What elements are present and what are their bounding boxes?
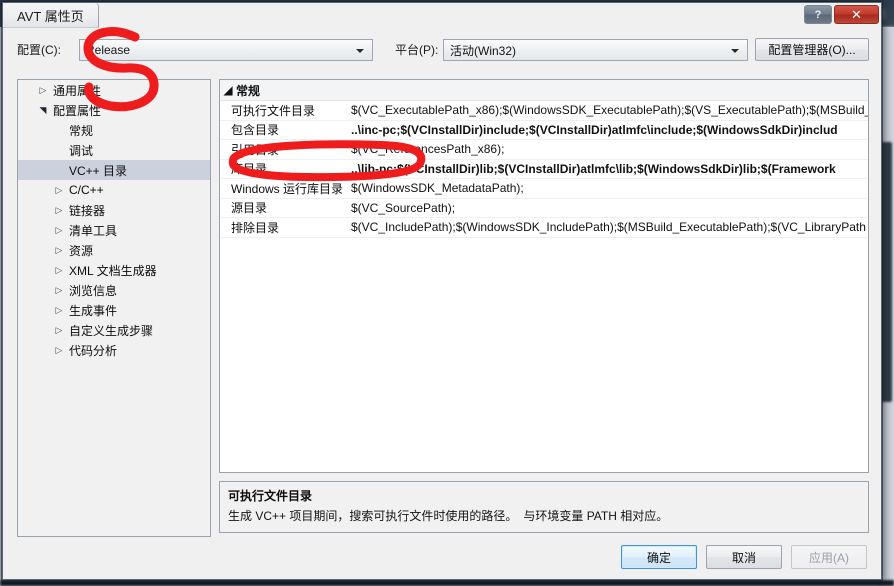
property-name: 库目录 (231, 162, 268, 177)
configuration-bar: 配置(C): Release 平台(P): 活动(Win32) 配置管理器(O)… (3, 38, 883, 67)
platform-select[interactable]: 活动(Win32) (443, 39, 748, 61)
property-grid[interactable]: ◢ 常规 可执行文件目录 $(VC_ExecutablePath_x86);$(W… (219, 79, 869, 473)
property-name: Windows 运行库目录 (231, 181, 344, 196)
tree-item-label: VC++ 目录 (69, 163, 128, 178)
triangle-expand-icon[interactable]: ▷ (52, 325, 66, 335)
tree-item-5[interactable]: ▷ C/C++ (18, 180, 210, 200)
tree-item-13[interactable]: ▷ 代码分析 (18, 340, 210, 360)
property-category-tree[interactable]: ▷ 通用属性 ◥ 配置属性 常规 调试 VC++ 目录 ▷ C/C++ ▷ 链接器 ▷ 清单工具 ▷ 资源 ▷… (17, 79, 211, 537)
platform-label: 平台(P): (395, 43, 439, 57)
tree-item-label: 调试 (69, 143, 94, 158)
property-value[interactable]: $(WindowsSDK_MetadataPath); (351, 181, 868, 195)
tree-item-12[interactable]: ▷ 自定义生成步骤 (18, 320, 210, 340)
tree-item-0[interactable]: ▷ 通用属性 (18, 80, 210, 100)
property-name: 排除目录 (231, 220, 280, 235)
triangle-expand-icon[interactable]: ▷ (52, 245, 66, 255)
apply-button[interactable]: 应用(A) (791, 545, 867, 569)
property-value[interactable]: $(VC_SourcePath); (351, 201, 868, 215)
triangle-expand-icon[interactable]: ▷ (52, 185, 66, 195)
ok-button[interactable]: 确定 (621, 545, 697, 569)
property-value[interactable]: $(VC_IncludePath);$(WindowsSDK_IncludePa… (351, 220, 868, 234)
tree-item-label: XML 文档生成器 (69, 263, 157, 278)
property-row[interactable]: 排除目录 $(VC_IncludePath);$(WindowsSDK_Inclu… (220, 218, 868, 238)
tree-item-label: 通用属性 (53, 83, 102, 98)
tree-item-11[interactable]: ▷ 生成事件 (18, 300, 210, 320)
tree-item-9[interactable]: ▷ XML 文档生成器 (18, 260, 210, 280)
property-value[interactable]: $(VC_ReferencesPath_x86); (351, 142, 868, 156)
triangle-expand-icon[interactable]: ▷ (52, 285, 66, 295)
tree-item-7[interactable]: ▷ 清单工具 (18, 220, 210, 240)
property-group-title: 常规 (236, 83, 261, 98)
property-name: 包含目录 (231, 123, 280, 138)
triangle-collapse-icon[interactable]: ◥ (36, 105, 50, 115)
tree-item-label: 生成事件 (69, 303, 118, 318)
property-row[interactable]: Windows 运行库目录 $(WindowsSDK_MetadataPath); (220, 179, 868, 199)
tree-item-10[interactable]: ▷ 浏览信息 (18, 280, 210, 300)
tree-item-4[interactable]: VC++ 目录 (18, 160, 210, 180)
property-row[interactable]: 库目录 ..\lib-pc;$(VCInstallDir)lib;$(VCInst… (220, 160, 868, 179)
tree-item-label: 清单工具 (69, 223, 118, 238)
property-value[interactable]: $(VC_ExecutablePath_x86);$(WindowsSDK_Ex… (351, 103, 868, 117)
property-value[interactable]: ..\inc-pc;$(VCInstallDir)include;$(VCIns… (351, 123, 868, 137)
chevron-down-icon (356, 49, 364, 53)
tree-item-label: 常规 (69, 123, 94, 138)
tree-item-label: 链接器 (69, 203, 106, 218)
configuration-select[interactable]: Release (79, 39, 373, 61)
property-row-list: 可执行文件目录 $(VC_ExecutablePath_x86);$(Window… (220, 101, 868, 238)
triangle-expand-icon[interactable]: ▷ (52, 265, 66, 275)
chevron-down-icon (731, 49, 739, 53)
help-icon[interactable]: ? (804, 5, 832, 24)
triangle-expand-icon[interactable]: ▷ (36, 85, 50, 95)
property-name: 引用目录 (231, 142, 280, 157)
tree-item-1[interactable]: ◥ 配置属性 (18, 100, 210, 120)
property-row[interactable]: 包含目录 ..\inc-pc;$(VCInstallDir)include;$(V… (220, 121, 868, 140)
property-value[interactable]: ..\lib-pc;$(VCInstallDir)lib;$(VCInstall… (351, 162, 868, 176)
property-pages-dialog: AVT 属性页 ? ✕ 配置(C): Release 平台(P): 活动(Win… (2, 2, 882, 580)
tree-item-label: 浏览信息 (69, 283, 118, 298)
tree-item-2[interactable]: 常规 (18, 120, 210, 140)
triangle-expand-icon[interactable]: ▷ (52, 225, 66, 235)
triangle-collapse-icon[interactable]: ◢ (220, 83, 236, 97)
property-name: 可执行文件目录 (231, 103, 316, 118)
configuration-value: Release (86, 43, 131, 57)
property-group-header[interactable]: ◢ 常规 (220, 80, 868, 101)
triangle-expand-icon[interactable]: ▷ (52, 305, 66, 315)
tree-item-label: C/C++ (69, 183, 104, 197)
tree-item-label: 自定义生成步骤 (69, 323, 154, 338)
configuration-label: 配置(C): (17, 43, 61, 57)
property-row[interactable]: 源目录 $(VC_SourcePath); (220, 199, 868, 218)
window-controls: ? ✕ (804, 5, 879, 24)
tree-item-3[interactable]: 调试 (18, 140, 210, 160)
triangle-expand-icon[interactable]: ▷ (52, 345, 66, 355)
property-row[interactable]: 可执行文件目录 $(VC_ExecutablePath_x86);$(Window… (220, 101, 868, 121)
dialog-title: AVT 属性页 (3, 3, 99, 28)
tree-item-label: 配置属性 (53, 103, 102, 118)
property-row[interactable]: 引用目录 $(VC_ReferencesPath_x86); (220, 140, 868, 160)
tree-item-label: 代码分析 (69, 343, 118, 358)
tree-item-6[interactable]: ▷ 链接器 (18, 200, 210, 220)
platform-value: 活动(Win32) (450, 43, 517, 58)
cancel-button[interactable]: 取消 (706, 545, 782, 569)
description-body: 生成 VC++ 项目期间，搜索可执行文件时使用的路径。 与环境变量 PATH 相… (228, 509, 669, 523)
background-status-bar (0, 580, 894, 586)
tree-item-label: 资源 (69, 243, 94, 258)
tree-item-8[interactable]: ▷ 资源 (18, 240, 210, 260)
triangle-expand-icon[interactable]: ▷ (52, 205, 66, 215)
property-name: 源目录 (231, 201, 268, 216)
property-description-panel: 可执行文件目录 生成 VC++ 项目期间，搜索可执行文件时使用的路径。 与环境变… (219, 481, 869, 533)
configuration-manager-button[interactable]: 配置管理器(O)... (755, 38, 869, 61)
dialog-footer: 确定 取消 应用(A) (621, 545, 867, 569)
dialog-title-bar: AVT 属性页 ? ✕ (3, 3, 883, 28)
description-title: 可执行文件目录 (228, 489, 313, 503)
close-icon[interactable]: ✕ (834, 5, 879, 24)
